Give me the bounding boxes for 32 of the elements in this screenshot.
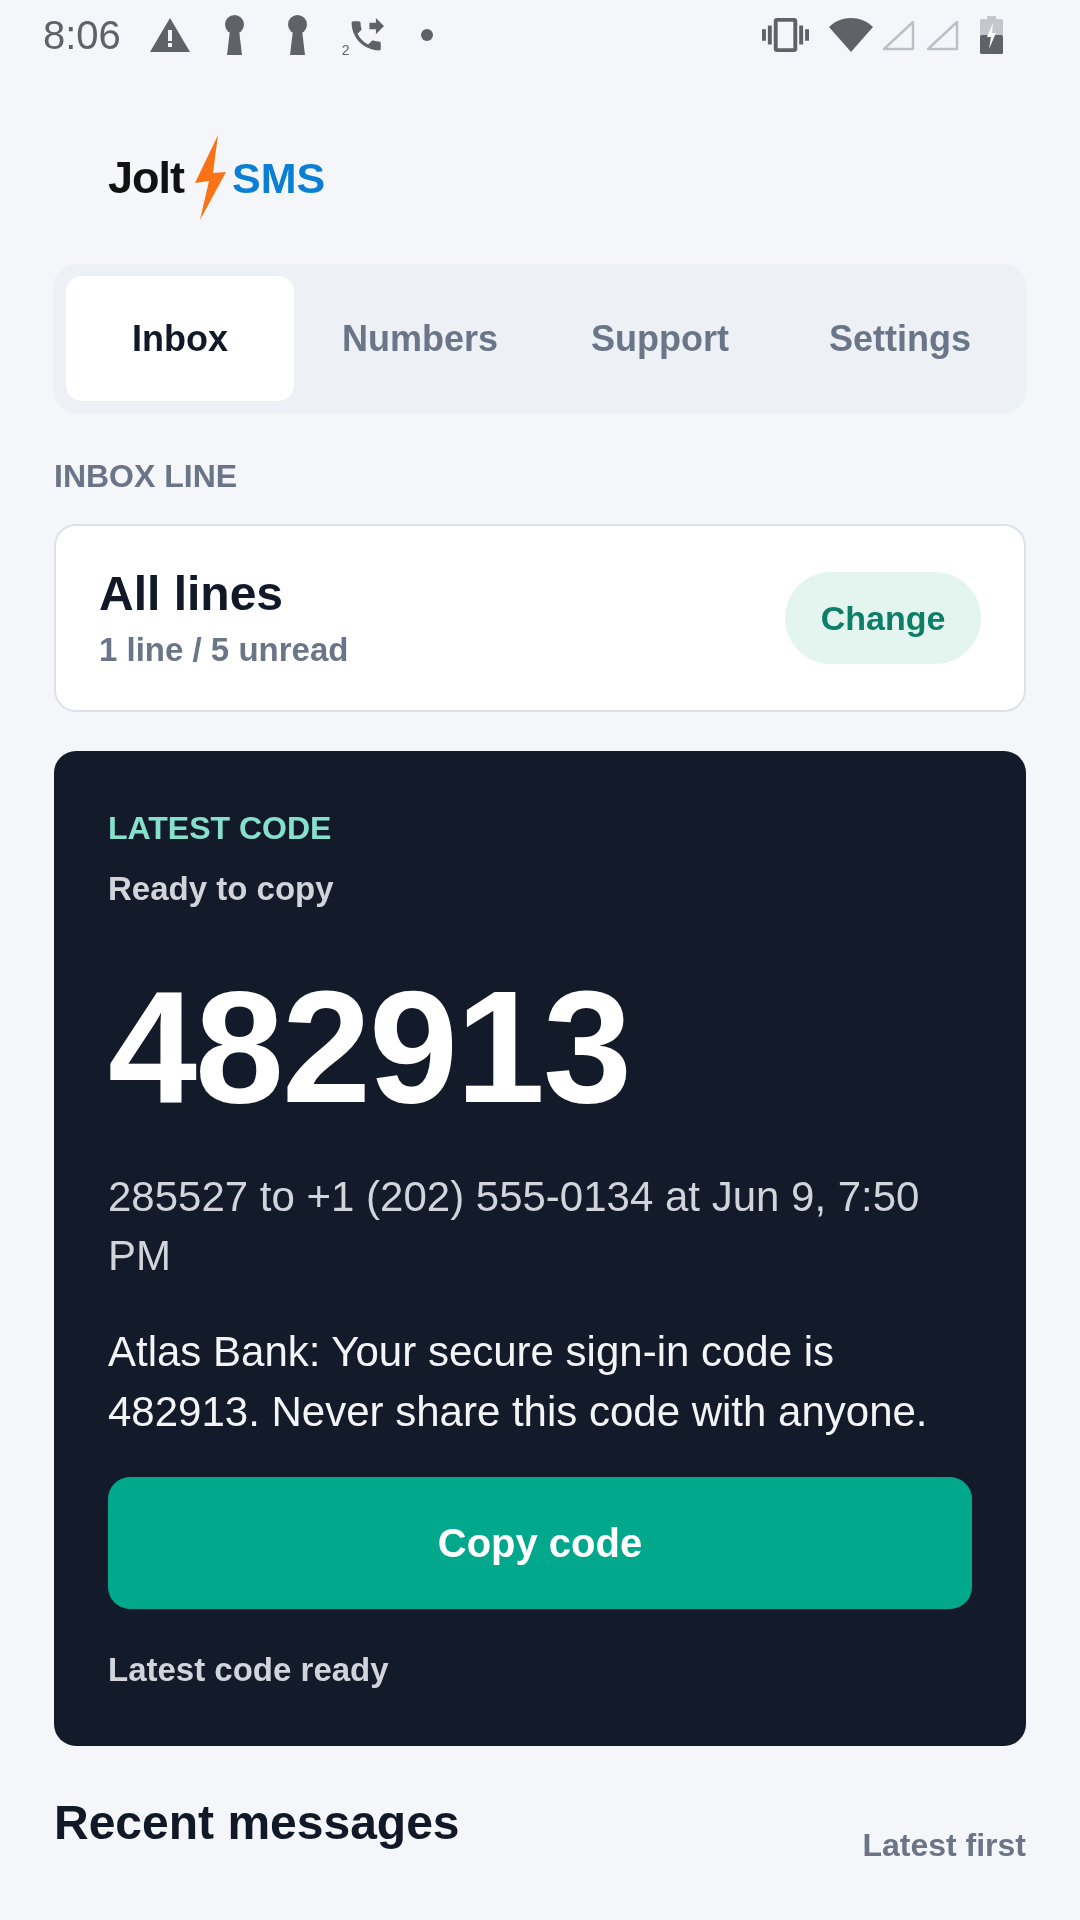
verification-code: 482913	[108, 967, 631, 1127]
tab[interactable]: Settings	[786, 276, 1014, 401]
code-label: LATEST CODE	[108, 809, 333, 848]
code-ready-status: Latest code ready	[108, 1650, 390, 1690]
sort-label[interactable]: Latest first	[862, 1825, 1026, 1865]
keyhole-icon	[222, 15, 246, 55]
wifi-icon	[829, 18, 873, 52]
notification-dot-icon	[420, 29, 433, 41]
copy-code-button[interactable]: Copy code	[108, 1477, 972, 1609]
tab[interactable]: Inbox	[66, 276, 294, 401]
code-status: Ready to copy	[108, 869, 335, 909]
sim-number: 2	[341, 42, 350, 58]
line-summary: 1 line / 5 unread	[99, 630, 349, 670]
line-title: All lines	[99, 566, 285, 622]
signal-icon	[925, 19, 959, 51]
tab[interactable]: Numbers	[306, 276, 534, 401]
section-title: Recent messages	[54, 1795, 460, 1851]
section-label: INBOX LINE	[54, 457, 239, 496]
vibrate-icon	[762, 18, 809, 52]
status-time: 8:06	[43, 12, 121, 59]
call-forward-icon	[349, 17, 384, 53]
logo-text: SMS	[232, 152, 326, 204]
signal-icon	[881, 19, 915, 51]
tab[interactable]: Support	[546, 276, 774, 401]
keyhole-icon	[285, 15, 309, 55]
lightning-bolt-icon	[194, 135, 226, 220]
warning-icon	[149, 18, 190, 52]
logo-text: Jolt	[108, 151, 184, 204]
message-meta: 285527 to +1 (202) 555-0134 at Jun 9, 7:50 PM	[108, 1172, 921, 1281]
message-text: Atlas Bank: Your secure sign-in code is 482913. Never share this code with anyone.	[108, 1327, 929, 1437]
change-button[interactable]: Change	[785, 572, 981, 664]
battery-icon	[980, 16, 1003, 54]
